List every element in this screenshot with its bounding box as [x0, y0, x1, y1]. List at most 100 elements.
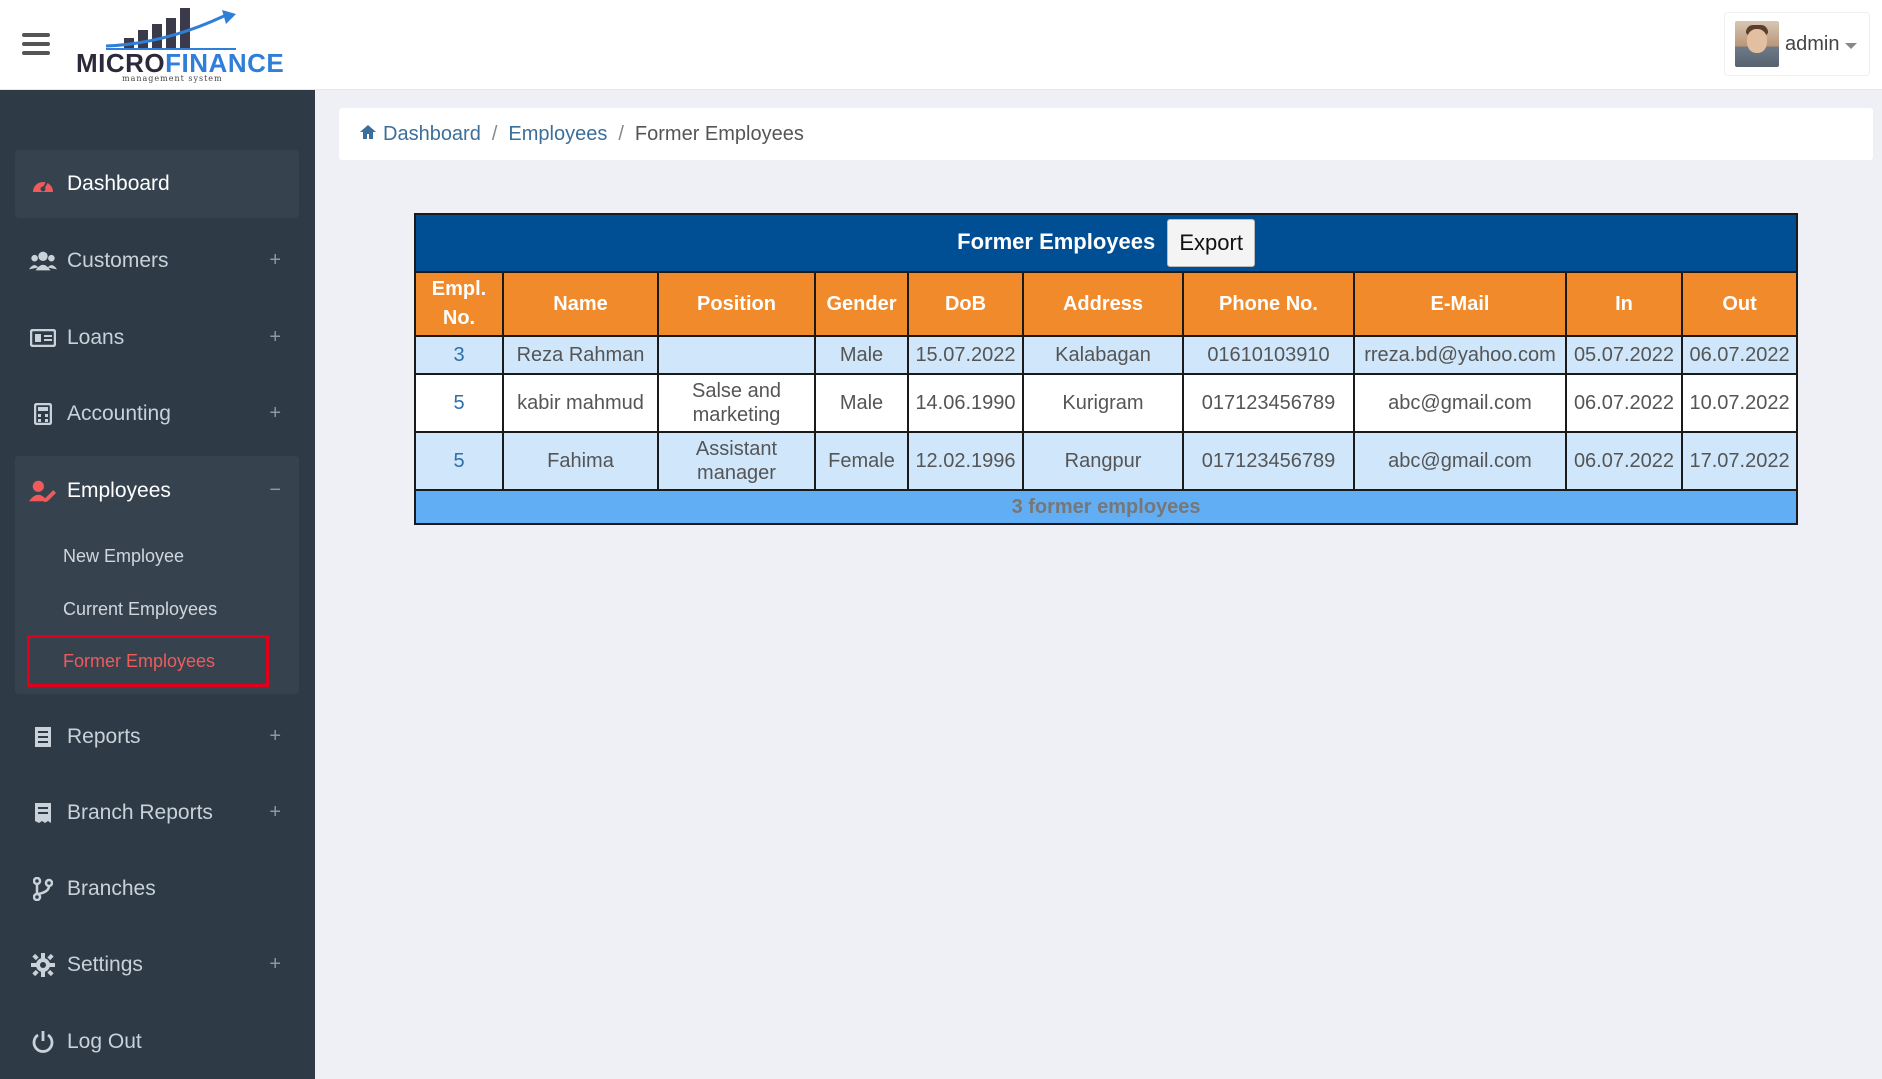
sidebar-item-branches[interactable]: Branches: [15, 855, 299, 923]
table-cell: Salse and marketing: [657, 373, 816, 433]
table-cell: 15.07.2022: [907, 335, 1024, 375]
sidebar-item-accounting[interactable]: Accounting +: [15, 380, 299, 448]
breadcrumb-dashboard-link[interactable]: Dashboard: [383, 123, 481, 146]
table-row: 3 Reza Rahman Male 15.07.2022 Kalabagan …: [414, 335, 1799, 375]
table-row: 5 Fahima Assistant manager Female 12.02.…: [414, 431, 1799, 491]
table-cell: 06.07.2022: [1565, 431, 1683, 491]
table-cell: Kalabagan: [1022, 335, 1184, 375]
expand-icon: +: [269, 326, 281, 348]
money-icon: [29, 326, 57, 350]
export-button[interactable]: Export: [1167, 219, 1255, 267]
table-title: Former Employees: [957, 228, 1156, 254]
table-header-row: Empl. No. Name Position Gender DoB Addre…: [414, 271, 1799, 337]
collapse-icon: −: [269, 479, 281, 501]
selection-highlight: [27, 635, 269, 687]
table-cell: abc@gmail.com: [1353, 431, 1567, 491]
sidebar-item-label: Loans: [67, 326, 125, 349]
report-icon: [29, 725, 57, 749]
sidebar-item-label: Customers: [67, 249, 169, 272]
table-cell: kabir mahmud: [502, 373, 659, 433]
expand-icon: +: [269, 953, 281, 975]
expand-icon: +: [269, 725, 281, 747]
sidebar-item-loans[interactable]: Loans +: [15, 304, 299, 372]
table-cell: 10.07.2022: [1680, 373, 1799, 433]
user-menu[interactable]: admin: [1724, 12, 1870, 76]
table-cell: 01610103910: [1182, 335, 1355, 375]
power-icon: [29, 1030, 57, 1054]
table-cell: 12.02.1996: [907, 431, 1024, 491]
former-employees-table-container: Former Employees Export Empl. No. Name P…: [413, 213, 1799, 525]
breadcrumb: Dashboard / Employees / Former Employees: [339, 108, 1873, 160]
menu-toggle-icon[interactable]: [22, 33, 50, 55]
user-edit-icon: [29, 479, 57, 503]
sidebar-item-label: Branches: [67, 877, 156, 900]
sidebar-item-branch-reports[interactable]: Branch Reports +: [15, 779, 299, 847]
employee-number-link[interactable]: 3: [414, 335, 504, 375]
column-header[interactable]: Empl. No.: [414, 271, 504, 337]
sidebar-item-logout[interactable]: Log Out: [15, 1008, 299, 1076]
table-cell: abc@gmail.com: [1353, 373, 1567, 433]
table-footer-row: 3 former employees: [413, 489, 1799, 525]
expand-icon: +: [269, 402, 281, 424]
table-footer-count: 3 former employees: [413, 489, 1799, 525]
table-cell: 06.07.2022: [1680, 335, 1799, 375]
expand-icon: +: [269, 801, 281, 823]
user-name: admin: [1785, 33, 1840, 55]
table-cell: 17.07.2022: [1680, 431, 1799, 491]
logo[interactable]: MICROFINANCE management system: [74, 4, 284, 84]
column-header[interactable]: Phone No.: [1182, 271, 1355, 337]
users-icon: [29, 249, 57, 273]
table-cell: Male: [814, 335, 909, 375]
breadcrumb-employees-link[interactable]: Employees: [508, 123, 607, 146]
table-title-row: Former Employees Export: [413, 213, 1799, 273]
home-icon: [359, 123, 377, 146]
employee-number-link[interactable]: 5: [414, 373, 504, 433]
former-employees-table: Former Employees Export Empl. No. Name P…: [413, 213, 1799, 525]
table-cell: Male: [814, 373, 909, 433]
expand-icon: +: [269, 249, 281, 271]
dashboard-icon: [29, 172, 57, 196]
column-header[interactable]: Gender: [814, 271, 909, 337]
table-cell: 017123456789: [1182, 373, 1355, 433]
column-header[interactable]: DoB: [907, 271, 1024, 337]
column-header[interactable]: In: [1565, 271, 1683, 337]
sidebar-item-employees[interactable]: Employees −: [15, 457, 299, 525]
table-cell: Assistant manager: [657, 431, 816, 491]
logo-subtitle: management system: [122, 74, 223, 83]
table-cell: Kurigram: [1022, 373, 1184, 433]
table-cell: rreza.bd@yahoo.com: [1353, 335, 1567, 375]
table-cell: Female: [814, 431, 909, 491]
breadcrumb-separator: /: [491, 122, 498, 145]
sidebar-item-label: Dashboard: [67, 172, 170, 195]
column-header[interactable]: Position: [657, 271, 816, 337]
chevron-down-icon: [1845, 43, 1857, 49]
column-header[interactable]: Name: [502, 271, 659, 337]
employee-number-link[interactable]: 5: [414, 431, 504, 491]
sidebar-item-reports[interactable]: Reports +: [15, 703, 299, 771]
logo-chart-icon: [105, 8, 236, 50]
sidebar-item-label: Log Out: [67, 1030, 142, 1053]
sidebar-subitem-current-employees[interactable]: Current Employees: [63, 599, 217, 620]
gear-icon: [29, 953, 57, 977]
sidebar-item-label: Reports: [67, 725, 141, 748]
table-row: 5 kabir mahmud Salse and marketing Male …: [414, 373, 1799, 433]
sidebar-item-label: Accounting: [67, 402, 171, 425]
sidebar-item-dashboard[interactable]: Dashboard: [15, 150, 299, 218]
column-header[interactable]: Out: [1680, 271, 1799, 337]
sidebar-item-settings[interactable]: Settings +: [15, 931, 299, 999]
table-cell: [657, 335, 816, 375]
calculator-icon: [29, 402, 57, 426]
avatar: [1735, 21, 1779, 67]
sidebar-item-label: Employees: [67, 479, 171, 502]
table-cell: Reza Rahman: [502, 335, 659, 375]
table-cell: Fahima: [502, 431, 659, 491]
column-header[interactable]: E-Mail: [1353, 271, 1567, 337]
column-header[interactable]: Address: [1022, 271, 1184, 337]
table-cell: 05.07.2022: [1565, 335, 1683, 375]
breadcrumb-current: Former Employees: [634, 122, 804, 145]
sidebar-subitem-new-employee[interactable]: New Employee: [63, 546, 184, 567]
sidebar-item-label: Settings: [67, 953, 143, 976]
sidebar-item-customers[interactable]: Customers +: [15, 227, 299, 295]
table-cell: 017123456789: [1182, 431, 1355, 491]
top-header: MICROFINANCE management system admin: [0, 0, 1882, 90]
